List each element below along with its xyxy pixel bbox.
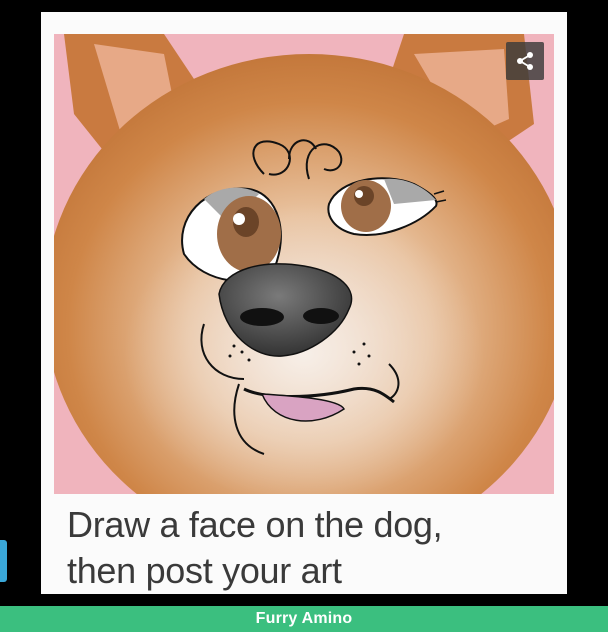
caption-line-2: then post your art	[67, 550, 342, 591]
dog-photo	[54, 34, 554, 494]
app-footer-banner: Furry Amino	[0, 606, 608, 632]
share-icon	[517, 52, 533, 70]
dog-drawing-image	[54, 34, 554, 494]
caption-line-1: Draw a face on the dog,	[67, 504, 443, 545]
post-caption: Draw a face on the dog, then post your a…	[67, 502, 557, 594]
post-card: Draw a face on the dog, then post your a…	[41, 12, 567, 594]
brand-name: Furry Amino	[255, 610, 353, 627]
share-button[interactable]	[506, 42, 544, 80]
side-drawer-handle[interactable]	[0, 540, 7, 582]
